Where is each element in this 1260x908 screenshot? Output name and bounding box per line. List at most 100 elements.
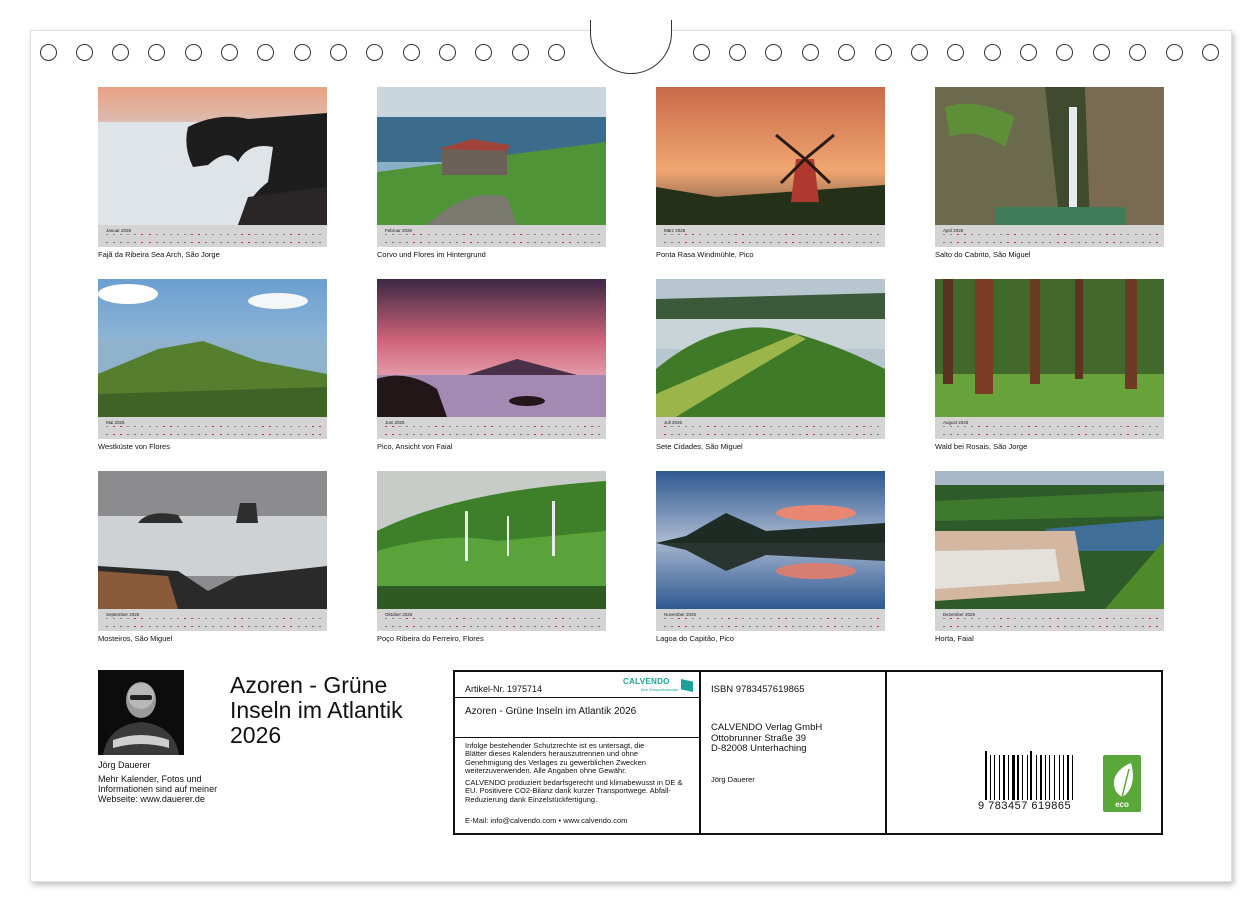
author-name: Jörg Dauerer [98, 760, 151, 770]
binding-hole [439, 44, 456, 61]
barcode-bar [1003, 755, 1005, 800]
binding-hole [112, 44, 129, 61]
month-photo [377, 87, 606, 225]
barcode-bar [1021, 755, 1023, 800]
month-photo [377, 471, 606, 609]
month-caption: Westküste von Flores [98, 442, 170, 451]
binding-hole [1166, 44, 1183, 61]
binding-hole [1202, 44, 1219, 61]
barcode-bar [1010, 755, 1011, 800]
barcode-bar [994, 755, 995, 800]
barcode-bar [1024, 755, 1026, 800]
barcode-bar [1001, 755, 1002, 800]
barcode-bar [1008, 755, 1010, 800]
isbn: ISBN 9783457619865 [711, 684, 805, 695]
barcode-bar [996, 755, 999, 800]
month-calendar-strip: Januar 2026 [98, 225, 327, 247]
month-photo [98, 279, 327, 417]
barcode-digits: 9 783457 619865 [978, 800, 1072, 812]
legal-notice: Infolge bestehender Schutzrechte ist es … [465, 741, 646, 776]
binding-hole [366, 44, 383, 61]
barcode-bar [1054, 755, 1056, 800]
month-calendar-strip: August 2026 [935, 417, 1164, 439]
month-photo [656, 471, 885, 609]
binding-hole [984, 44, 1001, 61]
month-calendar-strip: Februar 2026 [377, 225, 606, 247]
day-row [106, 426, 321, 436]
barcode-bar [1061, 755, 1062, 800]
month-label: Januar 2026 [106, 228, 132, 233]
binding-hole [802, 44, 819, 61]
barcode-bar [985, 750, 987, 800]
barcode-bar [988, 755, 989, 800]
binding-hole [148, 44, 165, 61]
author-info: Mehr Kalender, Fotos und Informationen s… [98, 774, 218, 804]
month-caption: Lagoa do Capitão, Pico [656, 634, 734, 643]
barcode-bar [1040, 755, 1042, 800]
month-caption: Poço Ribeira do Ferreiro, Flores [377, 634, 484, 643]
binding-hole [1020, 44, 1037, 61]
eco-note: CALVENDO produziert bedarfsgerecht und k… [465, 778, 683, 804]
day-row [385, 426, 600, 436]
month-calendar-strip: Dezember 2026 [935, 609, 1164, 631]
calendar-title: Azoren - Grüne Inseln im Atlantik 2026 [230, 672, 403, 748]
binding-hole [1056, 44, 1073, 61]
binding-hole [40, 44, 57, 61]
author-portrait [98, 670, 184, 755]
month-caption: Pico, Ansicht von Faial [377, 442, 453, 451]
day-row [664, 234, 879, 244]
month-photo [656, 87, 885, 225]
barcode-bar [1067, 755, 1069, 800]
month-calendar-strip: März 2026 [656, 225, 885, 247]
binding-hole [185, 44, 202, 61]
month-label: März 2026 [664, 228, 686, 233]
month-calendar-strip: November 2026 [656, 609, 885, 631]
product-title: Azoren - Grüne Inseln im Atlantik 2026 [465, 706, 637, 717]
barcode-bar [1058, 755, 1060, 800]
article-number: Artikel-Nr. 1975714 [465, 684, 543, 694]
month-calendar-strip: September 2026 [98, 609, 327, 631]
month-caption: Salto do Cabrito, São Miguel [935, 250, 1031, 259]
barcode-bar [1074, 751, 1077, 801]
binding-hole [221, 44, 238, 61]
month-label: Mai 2026 [106, 420, 125, 425]
month-photo [377, 279, 606, 417]
binding-hole [294, 44, 311, 61]
month-caption: Wald bei Rosais, São Jorge [935, 442, 1028, 451]
month-label: Februar 2026 [385, 228, 413, 233]
barcode-bar [1043, 755, 1044, 800]
barcode-bar [1038, 755, 1039, 800]
month-calendar-strip: Mai 2026 [98, 417, 327, 439]
binding-hole [1093, 44, 1110, 61]
binding-hole [947, 44, 964, 61]
month-caption: Corvo und Flores im Hintergrund [377, 250, 486, 259]
binding-hole [875, 44, 892, 61]
barcode-bar [991, 755, 993, 800]
barcode-bar [1051, 755, 1054, 800]
month-caption: Mosteiros, São Miguel [98, 634, 173, 643]
month-caption: Fajã da Ribeira Sea Arch, São Jorge [98, 250, 220, 259]
barcode-bar [1065, 755, 1066, 800]
barcode-bar [989, 755, 991, 800]
binding-hole [512, 44, 529, 61]
month-photo [98, 471, 327, 609]
day-row [664, 426, 879, 436]
binding-hole [911, 44, 928, 61]
barcode-bar [1020, 755, 1021, 800]
month-calendar-strip: Juli 2026 [656, 417, 885, 439]
barcode-bar [1071, 755, 1073, 800]
eco-badge: eco [1103, 755, 1141, 812]
day-row [943, 234, 1158, 244]
barcode-bar [1049, 755, 1050, 800]
month-calendar-strip: April 2026 [935, 225, 1164, 247]
barcode-bar [1036, 755, 1038, 800]
binding-hole [729, 44, 746, 61]
month-label: Oktober 2026 [385, 612, 413, 617]
barcode-bar [999, 755, 1001, 800]
barcode-bar [1044, 755, 1047, 800]
barcode-bar [1056, 755, 1058, 800]
binding-hole [1129, 44, 1146, 61]
divider [455, 697, 699, 698]
barcode-bar [1047, 755, 1048, 800]
month-label: August 2026 [943, 420, 969, 425]
